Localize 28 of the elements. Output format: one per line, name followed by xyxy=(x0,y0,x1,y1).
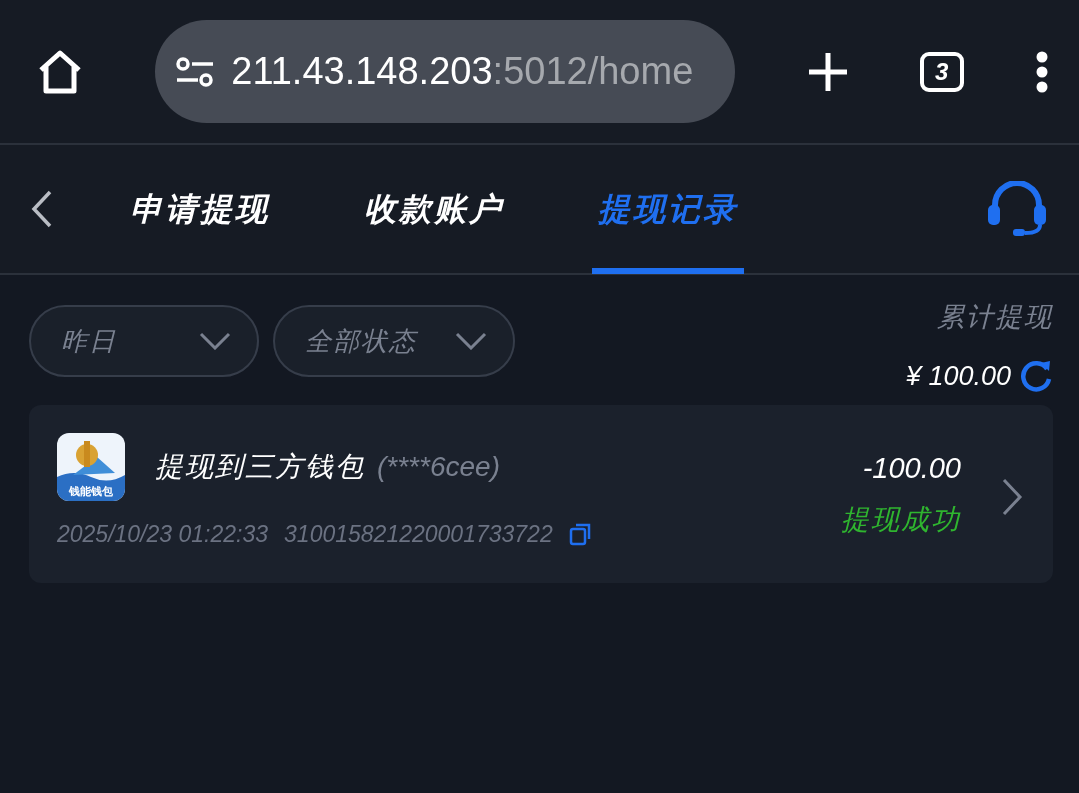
record-title: 提现到三方钱包 xyxy=(155,450,365,484)
refresh-icon[interactable] xyxy=(1019,358,1053,393)
address-bar[interactable]: 211.43.148.203:5012/home xyxy=(155,20,736,123)
url-text: 211.43.148.203:5012/home xyxy=(231,49,694,94)
record-time: 2025/10/23 01:22:33 xyxy=(57,520,269,549)
chevron-down-icon xyxy=(199,332,231,350)
tab[interactable]: 提现记录 xyxy=(592,144,744,274)
total-withdrawal-amount: ¥ 100.00 xyxy=(905,359,1011,393)
record-status: 提现成功 xyxy=(841,502,961,537)
tab[interactable]: 申请提现 xyxy=(124,144,276,274)
site-settings-icon[interactable] xyxy=(175,56,216,87)
chevron-right-icon xyxy=(1001,477,1023,517)
copy-icon[interactable] xyxy=(568,522,593,547)
order-number: 310015821220001733722 xyxy=(284,520,553,549)
record-amount: -100.00 xyxy=(862,451,961,486)
back-icon[interactable] xyxy=(30,189,54,229)
masked-account: (****6cee) xyxy=(377,450,500,484)
record-card[interactable]: 钱能钱包 提现到三方钱包 (****6cee) 2025/10/23 01:22:33 310015821220001733722 -100.00 提现成功 xyxy=(29,405,1053,583)
app-name: 钱能钱包 xyxy=(67,483,114,499)
filter-dropdown[interactable]: 全部状态 xyxy=(273,305,515,377)
more-icon[interactable] xyxy=(1035,50,1049,93)
tab-count[interactable]: 3 xyxy=(919,51,964,92)
plus-icon[interactable] xyxy=(806,50,849,93)
tab[interactable]: 收款账户 xyxy=(358,144,510,274)
chevron-down-icon xyxy=(455,332,487,350)
filter-dropdown[interactable]: 昨日 xyxy=(29,305,259,377)
headset-icon[interactable] xyxy=(985,181,1049,237)
total-withdrawal-label: 累计提现 xyxy=(937,301,1053,334)
